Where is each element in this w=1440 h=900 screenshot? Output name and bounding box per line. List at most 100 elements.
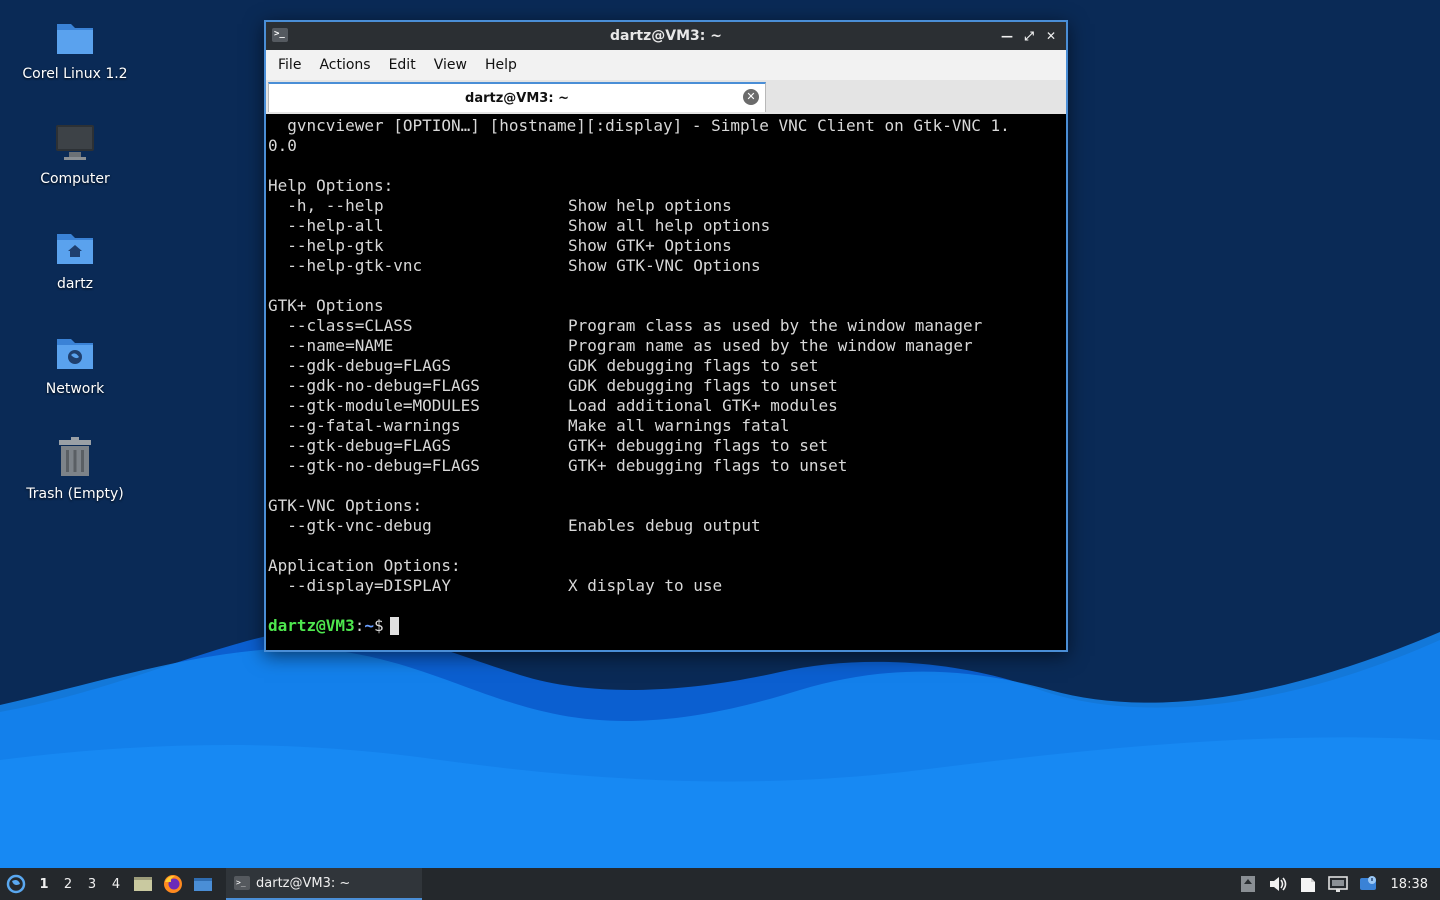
terminal-line: --g-fatal-warnings Make all warnings fata… (268, 416, 1066, 436)
terminal-icon: >_ (234, 876, 250, 890)
maximize-icon[interactable]: ⤢ (1020, 26, 1038, 46)
option-description: GDK debugging flags to unset (568, 376, 838, 395)
desktop-icon-corel-linux[interactable]: Corel Linux 1.2 (20, 16, 130, 82)
tab-terminal[interactable]: dartz@VM3: ~ ✕ (268, 82, 766, 112)
option-description: GTK+ debugging flags to unset (568, 456, 848, 475)
terminal-line: --help-gtk-vnc Show GTK-VNC Options (268, 256, 1066, 276)
terminal-line: GTK-VNC Options: (268, 496, 1066, 516)
tray-network[interactable] (1323, 868, 1353, 900)
terminal-text: 0.0 (268, 136, 297, 155)
menu-file[interactable]: File (270, 53, 309, 77)
option-flag: --name=NAME (268, 336, 394, 355)
network-folder-icon (57, 339, 93, 369)
option-flag: --help-all (268, 216, 384, 235)
terminal-line: Help Options: (268, 176, 1066, 196)
workspace-3[interactable]: 3 (80, 868, 104, 900)
tray-clipboard[interactable] (1293, 868, 1323, 900)
desktop-icon-label: Trash (Empty) (26, 486, 124, 502)
workspace-4[interactable]: 4 (104, 868, 128, 900)
window-title: dartz@VM3: ~ (610, 28, 722, 44)
option-description: Program class as used by the window mana… (568, 316, 983, 335)
computer-icon (56, 125, 94, 160)
minimize-icon[interactable]: — (998, 26, 1016, 46)
launcher-show-desktop[interactable] (188, 868, 218, 900)
terminal-icon: >_ (272, 28, 288, 42)
launcher-firefox[interactable] (158, 868, 188, 900)
network-icon (1327, 876, 1348, 892)
terminal-line: --display=DISPLAY X display to use (268, 576, 1066, 596)
desktop-icon-label: Network (45, 381, 105, 397)
option-flag: --display=DISPLAY (268, 576, 452, 595)
tray-updates[interactable] (1233, 868, 1263, 900)
option-flag: --gdk-no-debug=FLAGS (268, 376, 480, 395)
prompt-symbol: $ (373, 616, 384, 635)
desktop-icon-trash[interactable]: Trash (Empty) (20, 436, 130, 502)
close-icon[interactable]: ✕ (1042, 26, 1060, 46)
terminal-text: gvncviewer [OPTION…] [hostname][:display… (268, 116, 1010, 135)
launcher-file-manager[interactable] (128, 868, 158, 900)
option-flag: --gtk-no-debug=FLAGS (268, 456, 480, 475)
option-flag: --help-gtk-vnc (268, 256, 423, 275)
home-folder-icon (57, 234, 93, 264)
tab-close-icon[interactable]: ✕ (743, 89, 759, 105)
option-description: Load additional GTK+ modules (568, 396, 838, 415)
desktop-icon-label: Corel Linux 1.2 (22, 66, 128, 82)
window-titlebar[interactable]: >_ dartz@VM3: ~ — ⤢ ✕ (266, 22, 1066, 50)
desktop-icon-dartz[interactable]: dartz (20, 226, 130, 292)
terminal-line: --class=CLASS Program class as used by th… (268, 316, 1066, 336)
option-flag: --help-gtk (268, 236, 384, 255)
terminal-text: Application Options: (268, 556, 461, 575)
option-description: Program name as used by the window manag… (568, 336, 973, 355)
terminal-line: -h, --help Show help options (268, 196, 1066, 216)
menu-view[interactable]: View (426, 53, 475, 77)
desktop-icon-label: Computer (40, 171, 110, 187)
workspace-1[interactable]: 1 (32, 868, 56, 900)
tab-label: dartz@VM3: ~ (465, 90, 569, 106)
task-label: dartz@VM3: ~ (256, 875, 351, 891)
workspace-2[interactable]: 2 (56, 868, 80, 900)
text-cursor (389, 617, 399, 635)
terminal-text: Help Options: (268, 176, 394, 195)
terminal-line: --name=NAME Program name as used by the w… (268, 336, 1066, 356)
clock[interactable]: 18:38 (1383, 877, 1440, 892)
clipboard-icon (1300, 878, 1315, 892)
option-description: Show GTK+ Options (568, 236, 732, 255)
desktop: Corel Linux 1.2 Computer dartz Network T… (0, 0, 1440, 868)
taskbar: 1 2 3 4 >_ dartz@VM3: ~ 18:38 (0, 868, 1440, 900)
updates-icon (1240, 876, 1255, 892)
terminal-text: GTK-VNC Options: (268, 496, 423, 515)
option-description: Show help options (568, 196, 732, 215)
terminal-line: GTK+ Options (268, 296, 1066, 316)
menu-help[interactable]: Help (477, 53, 525, 77)
terminal-output[interactable]: gvncviewer [OPTION…] [hostname][:display… (266, 114, 1066, 650)
option-flag: --gtk-debug=FLAGS (268, 436, 452, 455)
desktop-icon-computer[interactable]: Computer (20, 121, 130, 187)
terminal-line: --gtk-debug=FLAGS GTK+ debugging flags to… (268, 436, 1066, 456)
start-menu-button[interactable] (0, 868, 32, 900)
terminal-line: --help-all Show all help options (268, 216, 1066, 236)
desktop-icon-network[interactable]: Network (20, 331, 130, 397)
tray-notification[interactable] (1353, 868, 1383, 900)
menu-edit[interactable]: Edit (381, 53, 424, 77)
tray-volume[interactable] (1263, 868, 1293, 900)
option-description: X display to use (568, 576, 723, 595)
firefox-icon (164, 875, 182, 893)
terminal-line: --gdk-debug=FLAGS GDK debugging flags to … (268, 356, 1066, 376)
file-manager-icon (134, 877, 152, 891)
option-description: GTK+ debugging flags to set (568, 436, 829, 455)
option-flag: -h, --help (268, 196, 384, 215)
terminal-line: Application Options: (268, 556, 1066, 576)
option-flag: --gdk-debug=FLAGS (268, 356, 452, 375)
taskbar-task-terminal[interactable]: >_ dartz@VM3: ~ (226, 868, 422, 900)
terminal-text: GTK+ Options (268, 296, 384, 315)
tab-bar: dartz@VM3: ~ ✕ (266, 80, 1066, 115)
option-description: Enables debug output (568, 516, 761, 535)
terminal-window[interactable]: >_ dartz@VM3: ~ — ⤢ ✕ File Actions Edit … (264, 20, 1068, 652)
option-description: Make all warnings fatal (568, 416, 790, 435)
menu-actions[interactable]: Actions (311, 53, 378, 77)
option-flag: --g-fatal-warnings (268, 416, 461, 435)
